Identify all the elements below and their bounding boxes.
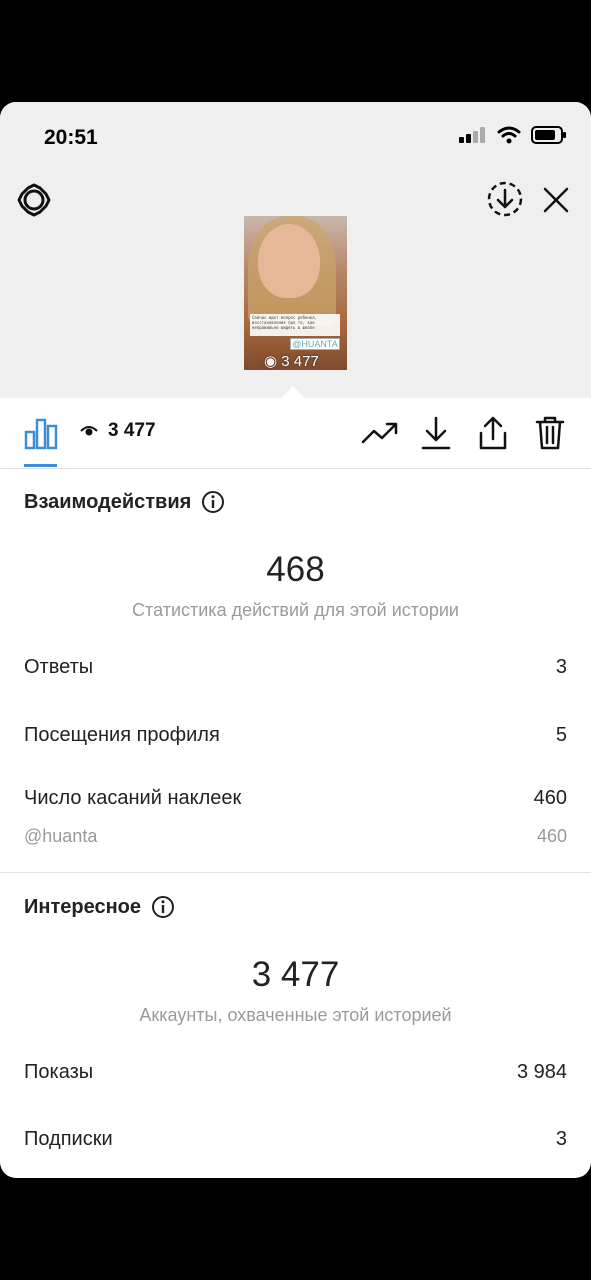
preview-header: 20:51 Сейчас идет вопрос ребенка, восста… <box>0 102 591 398</box>
bar-chart-icon <box>24 418 58 450</box>
status-icons <box>459 126 567 144</box>
sticker-subrow: @huanta 460 <box>24 826 567 847</box>
row-value: 460 <box>533 787 567 809</box>
thumbnail-eye-icon: ◉ <box>264 353 282 370</box>
viewers-count-value: 3 477 <box>108 420 156 441</box>
signal-icon <box>459 127 485 143</box>
close-icon <box>543 187 569 213</box>
info-icon[interactable] <box>151 895 175 919</box>
interactions-caption: Статистика действий для этой истории <box>132 600 459 620</box>
eye-icon <box>80 426 98 436</box>
story-insights-sheet: 20:51 Сейчас идет вопрос ребенка, восста… <box>0 102 591 1178</box>
interaction-row-sticker-taps: Число касаний наклеек 460 <box>24 787 567 810</box>
share-button[interactable] <box>474 414 512 452</box>
discovery-caption: Аккаунты, охваченные этой историей <box>139 1005 452 1025</box>
interaction-row-replies: Ответы 3 <box>24 656 567 679</box>
thumbnail-views-count: 3 477 <box>281 353 319 370</box>
active-tab-indicator <box>24 464 57 467</box>
row-label: Число касаний наклеек <box>24 787 242 809</box>
discovery-title: Интересное <box>24 895 141 918</box>
thumbnail-caption: Сейчас идет вопрос ребенка, восстановлен… <box>250 314 340 336</box>
row-label: Подписки <box>24 1128 113 1150</box>
settings-gear-icon <box>17 183 51 217</box>
thumbnail-face <box>258 224 320 298</box>
insights-toolbar: 3 477 <box>0 398 591 469</box>
row-label: Посещения профиля <box>24 724 220 746</box>
subrow-value: 460 <box>536 826 567 846</box>
discovery-header: Интересное <box>24 895 175 919</box>
interactions-title: Взаимодействия <box>24 490 192 513</box>
discovery-row-impressions: Показы 3 984 <box>24 1061 567 1084</box>
row-label: Ответы <box>24 656 94 678</box>
viewers-count[interactable]: 3 477 <box>80 420 156 442</box>
discovery-total: 3 477 <box>251 955 340 994</box>
interactions-total: 468 <box>266 550 325 589</box>
save-story-button[interactable] <box>486 180 524 218</box>
promote-button[interactable] <box>360 418 400 448</box>
status-time: 20:51 <box>44 126 98 149</box>
download-circle-icon <box>487 181 523 217</box>
section-divider <box>0 872 591 873</box>
thumbnail-sticker-tag: @HUANTA <box>290 338 340 350</box>
settings-button[interactable] <box>16 182 52 218</box>
row-value: 3 <box>555 656 567 678</box>
interactions-header: Взаимодействия <box>24 490 225 514</box>
download-button[interactable] <box>418 414 454 452</box>
info-icon[interactable] <box>201 490 225 514</box>
thumbnail-views: ◉ 3 477 <box>264 352 319 370</box>
row-value: 3 <box>555 1128 567 1150</box>
share-icon <box>479 416 507 450</box>
row-label: Показы <box>24 1061 94 1083</box>
subrow-label: @huanta <box>24 826 98 846</box>
story-thumbnail[interactable]: Сейчас идет вопрос ребенка, восстановлен… <box>244 216 347 370</box>
insights-tab[interactable] <box>24 416 58 450</box>
trash-icon <box>535 416 565 450</box>
trend-icon <box>361 422 398 444</box>
delete-button[interactable] <box>532 414 568 452</box>
row-value: 3 984 <box>516 1061 567 1083</box>
interaction-row-profile-visits: Посещения профиля 5 <box>24 724 567 747</box>
wifi-icon <box>497 126 521 144</box>
battery-icon <box>531 126 566 144</box>
close-button[interactable] <box>540 184 572 216</box>
row-value: 5 <box>555 724 567 746</box>
download-icon <box>421 416 451 450</box>
discovery-row-follows: Подписки 3 <box>24 1128 567 1151</box>
